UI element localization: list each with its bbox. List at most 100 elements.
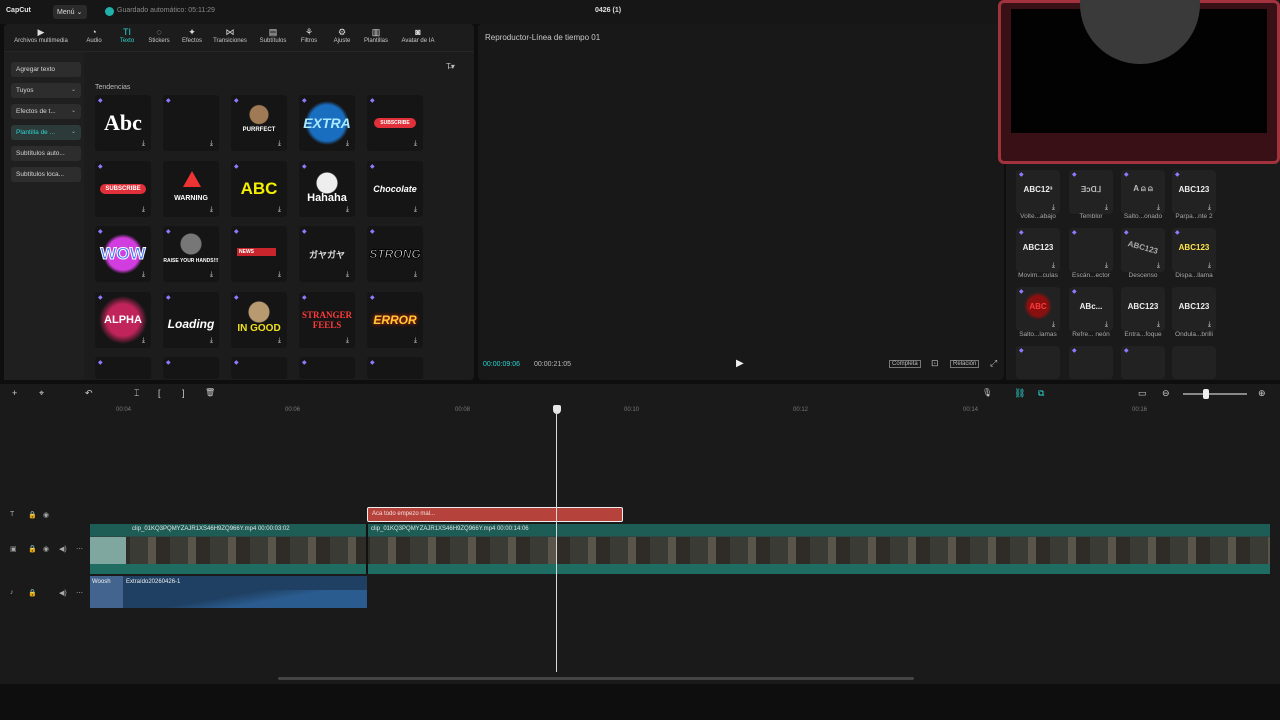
text-template-tile[interactable]: ◆ NEWS ⤓ <box>231 226 287 282</box>
text-template-tile[interactable]: ◆ ABC ⤓ <box>231 161 287 217</box>
zoom-slider-handle[interactable] <box>1203 389 1209 399</box>
effect-tile[interactable]: ◆ ƎɔⱭ⅃ ⤓ <box>1069 170 1113 214</box>
speaker-icon[interactable]: ◀) <box>59 545 67 553</box>
download-icon[interactable]: ⤓ <box>1105 204 1108 212</box>
text-template-tile[interactable]: ◆ALPHA⤓ <box>95 292 151 348</box>
text-template-tile[interactable]: ◆WOW⤓ <box>95 226 151 282</box>
effect-tile[interactable]: ◆ <box>1069 346 1113 379</box>
effect-tile[interactable]: ◆ ABC123 ⤓ <box>1121 228 1165 272</box>
playhead[interactable] <box>556 412 557 672</box>
download-icon[interactable]: ⤓ <box>346 206 349 214</box>
category-add-text[interactable]: Agregar texto <box>11 62 81 77</box>
zoom-in-icon[interactable]: ⊕ <box>1258 388 1266 399</box>
text-template-tile[interactable]: ◆ ⤓ <box>163 95 219 151</box>
text-template-tile[interactable]: ◆ ガヤガヤ ⤓ <box>299 226 355 282</box>
lock-icon[interactable]: 🔒 <box>28 589 37 597</box>
play-button[interactable]: ▶ <box>736 358 744 369</box>
download-icon[interactable]: ⤓ <box>346 337 349 345</box>
tab-adjust[interactable]: ⚙ Ajuste <box>330 27 354 44</box>
effect-tile[interactable]: ◆ ABC12³ ⤓ <box>1016 170 1060 214</box>
download-icon[interactable]: ⤓ <box>1052 204 1055 212</box>
filter-dropdown-icon[interactable]: T̶▾ <box>446 62 455 71</box>
category-yours[interactable]: Tuyos ⌄ <box>11 83 81 98</box>
delete-icon[interactable]: 🗑 <box>205 388 215 397</box>
download-icon[interactable]: ⤓ <box>278 337 281 345</box>
download-icon[interactable]: ⤓ <box>210 140 213 148</box>
text-template-tile[interactable]: ◆ <box>163 357 219 379</box>
text-template-tile[interactable]: ◆ STRANGER FEELS ⤓ <box>299 292 355 348</box>
horizontal-scrollbar[interactable] <box>278 677 914 680</box>
more-icon[interactable]: ⋯ <box>76 545 83 553</box>
tab-transitions[interactable]: ⋈ Transiciones <box>209 27 251 44</box>
fullscreen-icon[interactable]: ⤢ <box>990 358 997 369</box>
tab-effects[interactable]: ✦ Efectos <box>178 27 206 44</box>
eye-icon[interactable]: ◉ <box>43 511 49 519</box>
time-ruler[interactable] <box>90 404 1280 418</box>
text-template-tile[interactable]: ◆Hahaha⤓ <box>299 161 355 217</box>
download-icon[interactable]: ⤓ <box>414 140 417 148</box>
effect-tile[interactable]: ◆ ABC123 ⤓ <box>1172 228 1216 272</box>
download-icon[interactable]: ⤓ <box>414 271 417 279</box>
split-right-icon[interactable]: ] <box>182 388 185 398</box>
download-icon[interactable]: ⤓ <box>346 140 349 148</box>
split-icon[interactable]: ⌶ <box>134 388 139 399</box>
playhead-handle[interactable] <box>553 405 561 414</box>
full-quality-button[interactable]: Completa <box>889 360 921 368</box>
menu-button[interactable]: Menú ⌄ <box>53 5 87 19</box>
download-icon[interactable]: ⤓ <box>142 271 145 279</box>
download-icon[interactable]: ⤓ <box>1105 321 1108 329</box>
download-icon[interactable]: ⤓ <box>1208 204 1211 212</box>
effect-tile[interactable]: ABC123 ⤓ <box>1172 287 1216 331</box>
tab-media[interactable]: ▶ Archivos multimedia <box>8 27 74 44</box>
screenshot-icon[interactable]: ⊡ <box>931 358 939 369</box>
text-template-tile[interactable]: ◆ <box>95 357 151 379</box>
text-template-tile[interactable]: ◆ Loading ⤓ <box>163 292 219 348</box>
download-icon[interactable]: ⤓ <box>278 140 281 148</box>
effect-tile[interactable]: ◆ ABc... ⤓ <box>1069 287 1113 331</box>
download-icon[interactable]: ⤓ <box>142 337 145 345</box>
zoom-out-icon[interactable]: ⊖ <box>1162 388 1170 399</box>
text-template-tile[interactable]: ◆PURRFECT⤓ <box>231 95 287 151</box>
text-template-tile[interactable]: ◆ STRONG ⤓ <box>367 226 423 282</box>
download-icon[interactable]: ⤓ <box>1052 321 1055 329</box>
undo-icon[interactable]: ↶ <box>85 388 93 399</box>
more-icon[interactable]: ⋯ <box>76 589 83 597</box>
download-icon[interactable]: ⤓ <box>1105 262 1108 270</box>
text-template-tile[interactable]: ◆ SUBSCRIBE ⤓ <box>95 161 151 217</box>
download-icon[interactable]: ⤓ <box>278 206 281 214</box>
category-text-effects[interactable]: Efectos de t... ⌄ <box>11 104 81 119</box>
text-template-tile[interactable]: ◆ Abc ⤓ <box>95 95 151 151</box>
text-template-tile[interactable]: ◆WARNING⤓ <box>163 161 219 217</box>
tab-ai-avatar[interactable]: ◙ Avatar de IA <box>397 27 439 44</box>
effect-tile[interactable]: ABC123 ⤓ <box>1121 287 1165 331</box>
download-icon[interactable]: ⤓ <box>278 271 281 279</box>
link-icon[interactable]: ⛓ <box>1014 388 1025 399</box>
tab-filters[interactable]: ⚘ Filtros <box>297 27 321 44</box>
lock-icon[interactable]: 🔒 <box>28 511 37 519</box>
download-icon[interactable]: ⤓ <box>1157 321 1160 329</box>
text-template-tile[interactable]: ◆ SUBSCRIBE ⤓ <box>367 95 423 151</box>
effect-tile[interactable]: ◆ A ⍝ ⍝ ⤓ <box>1121 170 1165 214</box>
download-icon[interactable]: ⤓ <box>210 271 213 279</box>
download-icon[interactable]: ⤓ <box>1208 321 1211 329</box>
text-template-tile[interactable]: ◆ <box>367 357 423 379</box>
text-template-tile[interactable]: ◆ Chocolate ⤓ <box>367 161 423 217</box>
download-icon[interactable]: ⤓ <box>142 206 145 214</box>
tab-subtitles[interactable]: ▤ Subtítulos <box>255 27 291 44</box>
category-templates[interactable]: Plantilla de ... ⌄ <box>11 125 81 140</box>
effect-tile[interactable]: ◆ ⤓ <box>1069 228 1113 272</box>
text-template-tile[interactable]: ◆RAISE YOUR HANDS!!!⤓ <box>163 226 219 282</box>
effect-tile[interactable]: ◆ ABC123 ⤓ <box>1172 170 1216 214</box>
download-icon[interactable]: ⤓ <box>1052 262 1055 270</box>
download-icon[interactable]: ⤓ <box>414 337 417 345</box>
eye-icon[interactable]: ◉ <box>43 545 49 553</box>
download-icon[interactable]: ⤓ <box>1157 204 1160 212</box>
text-clip[interactable]: Aca todo empezo mal... <box>367 507 623 522</box>
download-icon[interactable]: ⤓ <box>1208 262 1211 270</box>
preview-axis-icon[interactable]: ▭ <box>1138 388 1147 399</box>
snap-icon[interactable]: ⧉ <box>1038 388 1044 399</box>
category-local-subtitles[interactable]: Subtítulos loca... <box>11 167 81 182</box>
text-template-tile[interactable]: ◆EXTRA⤓ <box>299 95 355 151</box>
video-clip-thumbnails[interactable] <box>90 537 1270 564</box>
download-icon[interactable]: ⤓ <box>142 140 145 148</box>
